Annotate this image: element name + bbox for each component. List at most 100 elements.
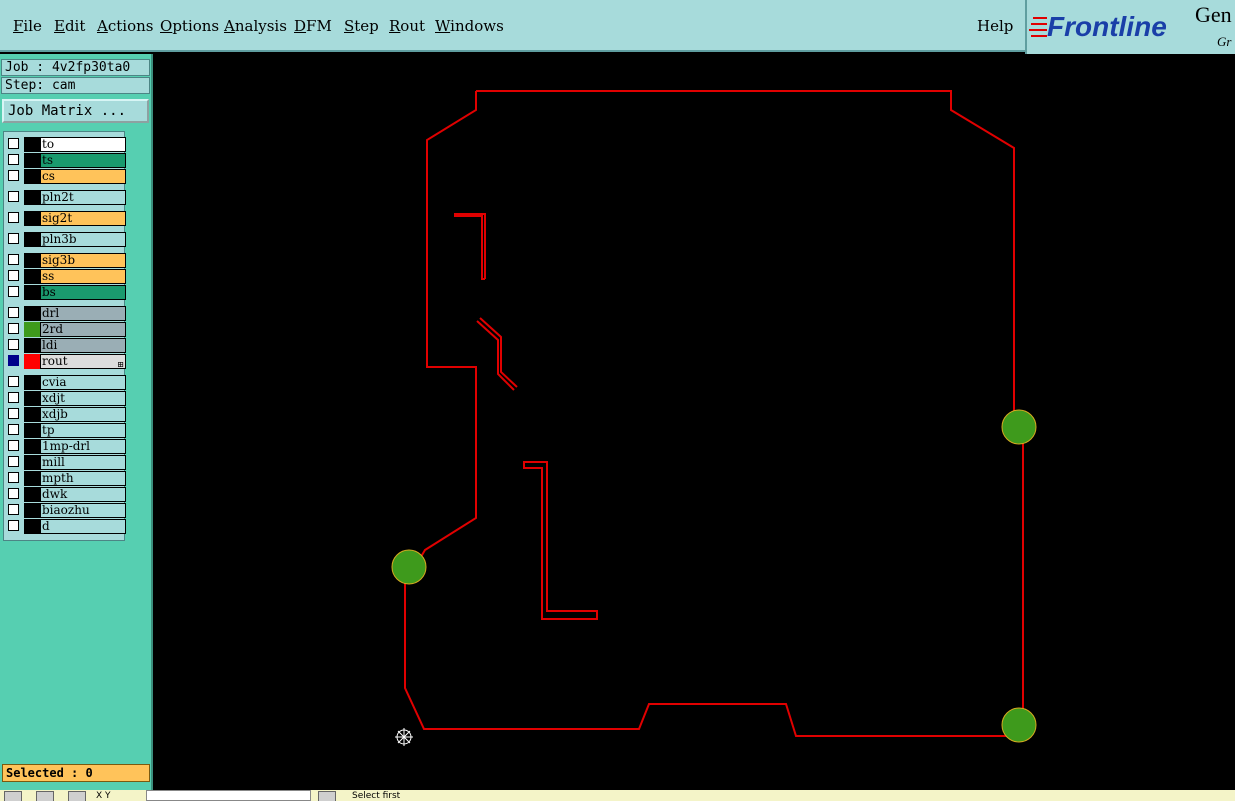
layer-row-to[interactable]: to bbox=[6, 137, 126, 152]
layer-color-swatch bbox=[24, 354, 40, 369]
layer-row-xdjb[interactable]: xdjb bbox=[6, 407, 126, 422]
layer-name: tp bbox=[40, 423, 126, 438]
coordinate-input[interactable] bbox=[146, 790, 311, 801]
layer-name: bs bbox=[40, 285, 126, 300]
layer-checkbox[interactable] bbox=[8, 472, 19, 483]
layer-name: dwk bbox=[40, 487, 126, 502]
layer-color-swatch bbox=[24, 306, 40, 321]
tool-check-icon[interactable] bbox=[36, 791, 54, 801]
layer-color-swatch bbox=[24, 338, 40, 353]
layer-checkbox[interactable] bbox=[8, 355, 19, 366]
logo-product: Gen bbox=[1195, 2, 1232, 27]
layer-checkbox[interactable] bbox=[8, 323, 19, 334]
menu-edit[interactable]: Edit bbox=[54, 17, 85, 35]
layer-row-drl[interactable]: drl bbox=[6, 306, 126, 321]
layer-color-swatch bbox=[24, 322, 40, 337]
menu-rout[interactable]: Rout bbox=[389, 17, 425, 35]
layer-row-dwk[interactable]: dwk bbox=[6, 487, 126, 502]
layer-color-swatch bbox=[24, 253, 40, 268]
status-bar: X Y Select first bbox=[0, 790, 1235, 801]
menu-windows[interactable]: Windows bbox=[435, 17, 504, 35]
layer-name: mill bbox=[40, 455, 126, 470]
layer-checkbox[interactable] bbox=[8, 408, 19, 419]
status-message: Select first bbox=[352, 791, 401, 801]
job-matrix-button[interactable]: Job Matrix ... bbox=[2, 99, 149, 123]
layer-name: 2rd bbox=[40, 322, 126, 337]
layer-row-rout[interactable]: rout ⊞ bbox=[6, 354, 126, 371]
pad-right-upper bbox=[1001, 409, 1037, 445]
layer-color-swatch bbox=[24, 269, 40, 284]
layer-color-swatch bbox=[24, 439, 40, 454]
job-name: Job : 4v2fp30ta0 bbox=[1, 59, 150, 76]
layer-checkbox[interactable] bbox=[8, 170, 19, 181]
logo-sub: Gr bbox=[1217, 34, 1232, 49]
menu-actions[interactable]: Actions bbox=[97, 17, 153, 35]
menu-step[interactable]: Step bbox=[344, 17, 379, 35]
layer-color-swatch bbox=[24, 137, 40, 152]
layer-checkbox[interactable] bbox=[8, 138, 19, 149]
layer-checkbox[interactable] bbox=[8, 456, 19, 467]
layer-name: d bbox=[40, 519, 126, 534]
menu-file[interactable]: File bbox=[13, 17, 42, 35]
layer-row-ss[interactable]: ss bbox=[6, 269, 126, 284]
menu-help[interactable]: Help bbox=[977, 17, 1013, 35]
layer-checkbox[interactable] bbox=[8, 424, 19, 435]
layer-row-cvia[interactable]: cvia bbox=[6, 375, 126, 390]
layer-color-swatch bbox=[24, 232, 40, 247]
layer-row-bs[interactable]: bs bbox=[6, 285, 126, 300]
layer-checkbox[interactable] bbox=[8, 440, 19, 451]
layer-color-swatch bbox=[24, 375, 40, 390]
layer-name: sig3b bbox=[40, 253, 126, 268]
layer-checkbox[interactable] bbox=[8, 339, 19, 350]
layer-name: ts bbox=[40, 153, 126, 168]
tool-pointer-icon[interactable] bbox=[4, 791, 22, 801]
layer-checkbox[interactable] bbox=[8, 254, 19, 265]
layer-checkbox[interactable] bbox=[8, 392, 19, 403]
layer-checkbox[interactable] bbox=[8, 191, 19, 202]
tool-zoom-icon[interactable] bbox=[68, 791, 86, 801]
layer-checkbox[interactable] bbox=[8, 488, 19, 499]
layer-checkbox[interactable] bbox=[8, 212, 19, 223]
selected-count: Selected : 0 bbox=[2, 764, 150, 782]
layer-row-mill[interactable]: mill bbox=[6, 455, 126, 470]
layer-row-tp[interactable]: tp bbox=[6, 423, 126, 438]
layer-row-biaozhu[interactable]: biaozhu bbox=[6, 503, 126, 518]
logo-graphic: Frontline Gen Gr bbox=[1029, 2, 1232, 49]
coordinate-readout: X Y bbox=[96, 791, 111, 801]
layer-checkbox[interactable] bbox=[8, 504, 19, 515]
menu-analysis[interactable]: Analysis bbox=[224, 17, 287, 35]
layer-row-pln2t[interactable]: pln2t bbox=[6, 190, 126, 205]
layer-row-sig2t[interactable]: sig2t bbox=[6, 211, 126, 226]
layer-checkbox[interactable] bbox=[8, 270, 19, 281]
layer-checkbox[interactable] bbox=[8, 154, 19, 165]
layer-row-ts[interactable]: ts bbox=[6, 153, 126, 168]
graphics-canvas[interactable] bbox=[155, 54, 1235, 790]
pad-right-lower bbox=[1001, 707, 1037, 743]
layer-expand-icon[interactable]: ⊞ bbox=[117, 358, 124, 371]
origin-marker bbox=[395, 728, 413, 746]
layer-checkbox[interactable] bbox=[8, 520, 19, 531]
layer-checkbox[interactable] bbox=[8, 286, 19, 297]
input-button-icon[interactable] bbox=[318, 791, 336, 801]
layer-name: drl bbox=[40, 306, 126, 321]
layer-row-sig3b[interactable]: sig3b bbox=[6, 253, 126, 268]
layer-color-swatch bbox=[24, 211, 40, 226]
menu-dfm[interactable]: DFM bbox=[294, 17, 332, 35]
layer-checkbox[interactable] bbox=[8, 307, 19, 318]
layer-name: cvia bbox=[40, 375, 126, 390]
layer-checkbox[interactable] bbox=[8, 233, 19, 244]
layer-row-ldi[interactable]: ldi bbox=[6, 338, 126, 353]
layer-row-pln3b[interactable]: pln3b bbox=[6, 232, 126, 247]
layer-row-xdjt[interactable]: xdjt bbox=[6, 391, 126, 406]
layer-row-d[interactable]: d bbox=[6, 519, 126, 534]
layer-name: sig2t bbox=[40, 211, 126, 226]
layer-row-cs[interactable]: cs bbox=[6, 169, 126, 184]
layer-color-swatch bbox=[24, 190, 40, 205]
layer-row-mpth[interactable]: mpth bbox=[6, 471, 126, 486]
menu-options[interactable]: Options bbox=[160, 17, 219, 35]
layer-color-swatch bbox=[24, 503, 40, 518]
layer-checkbox[interactable] bbox=[8, 376, 19, 387]
layer-name: xdjt bbox=[40, 391, 126, 406]
layer-row-2rd[interactable]: 2rd bbox=[6, 322, 126, 337]
layer-row-1mp-drl[interactable]: 1mp-drl bbox=[6, 439, 126, 454]
